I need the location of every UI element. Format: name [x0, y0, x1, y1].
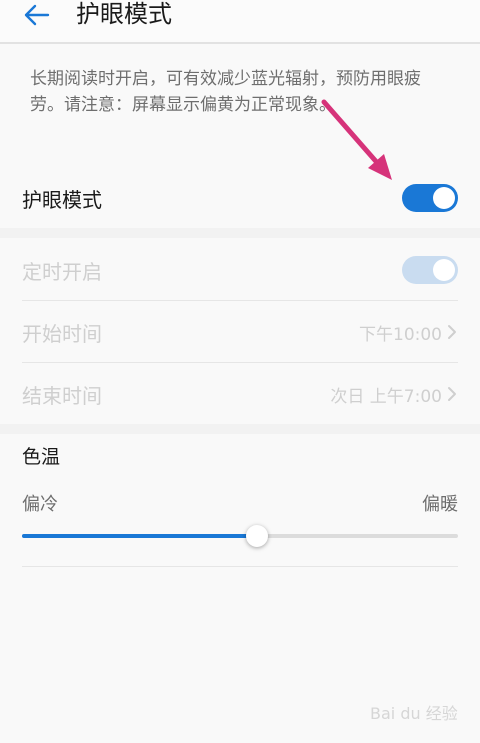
watermark: Bai du 经验: [370, 704, 458, 723]
page-title: 护眼模式: [76, 0, 172, 28]
start-time-label: 开始时间: [22, 321, 102, 346]
eye-mode-label: 护眼模式: [22, 187, 102, 212]
annotation-arrow-icon: [321, 99, 392, 180]
divider: [22, 300, 458, 301]
end-time-value: 次日 上午7:00: [330, 386, 442, 407]
start-time-value: 下午10:00: [359, 324, 442, 345]
divider: [22, 566, 458, 567]
schedule-label: 定时开启: [22, 259, 102, 284]
back-button[interactable]: [18, 0, 54, 30]
chevron-right-icon: [446, 385, 458, 403]
color-temperature-title: 色温: [22, 446, 61, 468]
start-time-value-group: 下午10:00: [359, 320, 458, 345]
section-gap: [0, 424, 480, 434]
end-time-row[interactable]: 结束时间 次日 上午7:00: [22, 376, 458, 412]
divider: [22, 362, 458, 363]
schedule-toggle[interactable]: [402, 256, 458, 284]
chevron-right-icon: [446, 323, 458, 341]
slider-fill: [22, 534, 258, 538]
cool-label: 偏冷: [22, 494, 58, 515]
end-time-value-group: 次日 上午7:00: [330, 382, 458, 407]
toggle-knob: [433, 187, 455, 209]
color-temperature-slider[interactable]: [22, 525, 458, 547]
start-time-row[interactable]: 开始时间 下午10:00: [22, 314, 458, 350]
color-temperature-labels: 偏冷 偏暖: [22, 490, 458, 516]
arrow-left-icon: [24, 4, 50, 26]
end-time-label: 结束时间: [22, 383, 102, 408]
eye-mode-toggle[interactable]: [402, 184, 458, 212]
app-header: 护眼模式: [0, 0, 480, 44]
warm-label: 偏暖: [422, 494, 458, 515]
slider-thumb[interactable]: [246, 525, 269, 547]
toggle-knob: [433, 259, 455, 281]
schedule-row[interactable]: 定时开启: [22, 252, 458, 288]
section-gap: [0, 228, 480, 238]
